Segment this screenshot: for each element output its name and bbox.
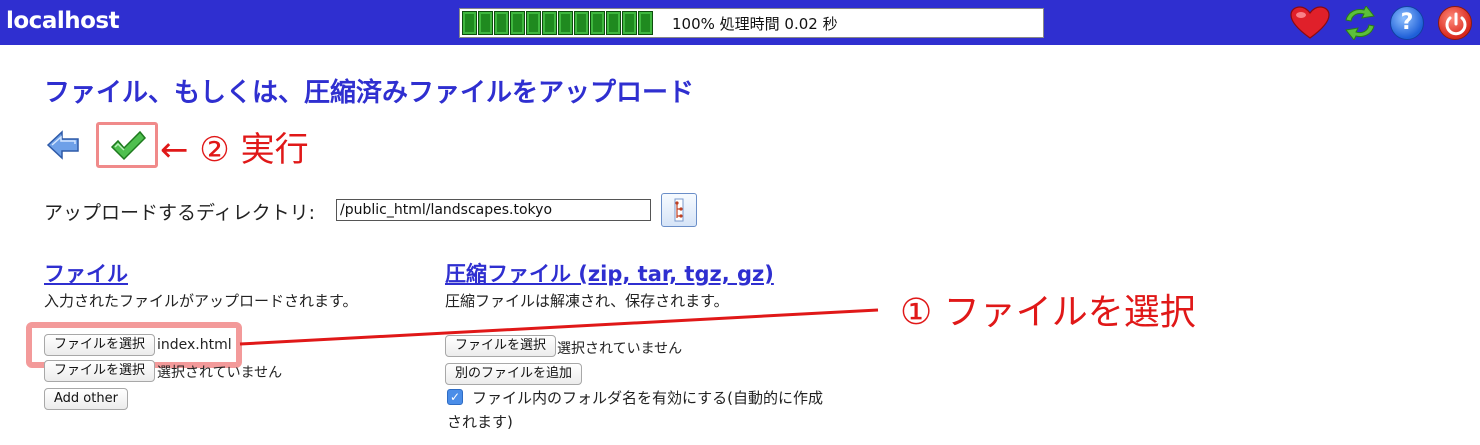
annotation-connector-line xyxy=(239,308,879,346)
annotation-select-file: ① ファイルを選択 xyxy=(900,292,1196,333)
